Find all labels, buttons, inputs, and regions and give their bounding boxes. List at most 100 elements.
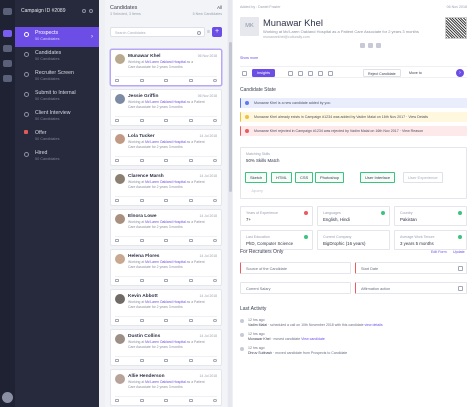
chevron-down-icon[interactable]	[458, 286, 463, 291]
activity-link[interactable]: View candidate	[301, 337, 325, 341]
company-link[interactable]: Mc'Laren Oakland Hospital	[145, 260, 186, 264]
note-icon[interactable]	[188, 238, 193, 242]
calendar-icon[interactable]	[164, 238, 168, 242]
activity-link[interactable]: view details	[365, 323, 383, 327]
company-link[interactable]: Mc'Laren Oakland Hospital	[145, 60, 186, 64]
share-icon[interactable]	[328, 70, 333, 76]
select-checkbox[interactable]	[213, 358, 217, 362]
company-link[interactable]: Mc'Laren Oakland Hospital	[145, 340, 186, 344]
candidate-card[interactable]: Dustin Collins 14 Jul 2018 Working at Mc'L…	[110, 329, 222, 366]
sidebar-item-offer[interactable]: Offer 50 Candidates	[15, 127, 99, 147]
phone-icon[interactable]	[139, 118, 144, 122]
sidebar-item-client-interview[interactable]: Client Interview 50 Candidates	[15, 107, 99, 127]
select-checkbox[interactable]	[213, 198, 217, 202]
candidate-card[interactable]: Jessie Griffin 06 Nov 2018 Working at Mc'L…	[110, 89, 222, 126]
next-button[interactable]: ›	[456, 69, 464, 77]
phone-icon[interactable]	[139, 238, 144, 242]
phone-icon[interactable]	[139, 78, 144, 82]
sidebar-item-hired[interactable]: Hired 50 Candidates	[15, 147, 99, 167]
select-checkbox[interactable]	[213, 398, 217, 402]
filter-icon[interactable]: ≡	[207, 29, 210, 35]
twitter-icon[interactable]	[368, 43, 373, 48]
calendar-icon[interactable]	[164, 358, 168, 362]
scrollbar-thumb[interactable]	[228, 42, 232, 192]
calendar-icon[interactable]	[164, 278, 168, 282]
phone-icon[interactable]	[139, 198, 144, 202]
search-input[interactable]: Search Candidates	[110, 27, 205, 37]
calendar-icon[interactable]	[164, 78, 168, 82]
settings-icon[interactable]	[3, 60, 12, 67]
select-checkbox[interactable]	[213, 278, 217, 282]
phone-icon[interactable]	[139, 278, 144, 282]
phone-icon[interactable]	[298, 70, 303, 76]
company-link[interactable]: Mc'Laren Oakland Hospital	[145, 300, 186, 304]
candidate-card[interactable]: Kevin Abbott 14 Jul 2018 Working at Mc'Lar…	[110, 289, 222, 326]
note-icon[interactable]	[188, 78, 193, 82]
calendar-icon[interactable]	[458, 266, 463, 271]
chevron-left-icon[interactable]	[242, 70, 247, 76]
reject-candidate-button[interactable]: Reject Candidate	[363, 69, 401, 77]
mail-icon[interactable]	[115, 78, 119, 82]
select-checkbox[interactable]	[213, 318, 217, 322]
filter-dropdown[interactable]: All	[217, 5, 222, 10]
calendar-icon[interactable]	[164, 198, 168, 202]
note-icon[interactable]	[188, 318, 193, 322]
users-icon[interactable]	[3, 75, 12, 82]
candidate-card[interactable]: Munawar Khel 06 Nov 2018 Working at Mc'Lar…	[110, 49, 222, 86]
select-checkbox[interactable]	[213, 78, 217, 82]
gear-icon[interactable]	[89, 9, 93, 13]
add-candidate-button[interactable]: +	[212, 27, 222, 37]
github-icon[interactable]	[376, 43, 381, 48]
mail-icon[interactable]	[288, 70, 293, 76]
candidate-card[interactable]: Allie Henderson 14 Jul 2018 Working at Mc'…	[110, 369, 222, 406]
mail-icon[interactable]	[115, 398, 119, 402]
affirmation-field[interactable]: Affirmation action	[355, 282, 467, 294]
select-checkbox[interactable]	[213, 118, 217, 122]
briefcase-icon[interactable]	[3, 45, 12, 52]
start-date-field[interactable]: Start Date	[355, 262, 467, 274]
mail-icon[interactable]	[115, 278, 119, 282]
user-avatar[interactable]	[2, 392, 13, 403]
candidate-card[interactable]: Lola Tucker 14 Jul 2018 Working at Mc'Lare…	[110, 129, 222, 166]
phone-icon[interactable]	[139, 398, 144, 402]
list-scrollbar[interactable]	[228, 0, 232, 407]
phone-icon[interactable]	[139, 358, 144, 362]
update-link[interactable]: Update	[453, 250, 465, 254]
mail-icon[interactable]	[115, 118, 119, 122]
edit-icon[interactable]	[82, 9, 86, 13]
sidebar-item-recruiter-screen[interactable]: Recruiter Screen 50 Candidates	[15, 67, 99, 87]
linkedin-icon[interactable]	[360, 43, 365, 48]
sidebar-item-submit-internal[interactable]: Submit to Internal 50 Candidates	[15, 87, 99, 107]
calendar-icon[interactable]	[164, 158, 168, 162]
calendar-icon[interactable]	[308, 70, 313, 76]
source-field[interactable]: Source of the Candidate	[240, 262, 351, 274]
candidate-card[interactable]: Helena Flores 14 Jul 2018 Working at Mc'La…	[110, 249, 222, 286]
sidebar-item-prospects[interactable]: Prospects 50 Candidates ›	[15, 27, 99, 47]
company-link[interactable]: Mc'Laren Oakland Hospital	[145, 380, 186, 384]
company-link[interactable]: Mc'Laren Oakland Hospital	[145, 220, 186, 224]
logo-icon[interactable]	[3, 8, 12, 15]
note-icon[interactable]	[188, 198, 193, 202]
select-checkbox[interactable]	[213, 238, 217, 242]
company-link[interactable]: Mc'Laren Oakland Hospital	[145, 100, 186, 104]
calendar-icon[interactable]	[164, 398, 168, 402]
note-icon[interactable]	[188, 358, 193, 362]
calendar-icon[interactable]	[164, 318, 168, 322]
candidate-card[interactable]: Elnora Lowe 14 Jul 2018 Working at Mc'Lare…	[110, 209, 222, 246]
salary-field[interactable]: Current Salary	[240, 282, 351, 294]
note-icon[interactable]	[188, 398, 193, 402]
insights-tab[interactable]: Insights	[252, 69, 276, 77]
note-icon[interactable]	[188, 278, 193, 282]
edit-form-link[interactable]: Edit Form	[431, 250, 447, 254]
candidate-card[interactable]: Clarence Marsh 14 Jul 2018 Working at Mc'L…	[110, 169, 222, 206]
company-link[interactable]: Mc'Laren Oakland Hospital	[145, 140, 186, 144]
move-to-dropdown[interactable]: Move to	[405, 69, 426, 77]
note-icon[interactable]	[318, 70, 323, 76]
calendar-icon[interactable]	[164, 118, 168, 122]
company-link[interactable]: Mc'Laren Oakland Hospital	[145, 180, 186, 184]
campaign-icon[interactable]	[3, 30, 12, 37]
sidebar-item-candidates[interactable]: Candidates 50 Candidates	[15, 47, 99, 67]
note-icon[interactable]	[188, 158, 193, 162]
select-checkbox[interactable]	[213, 158, 217, 162]
phone-icon[interactable]	[139, 318, 144, 322]
